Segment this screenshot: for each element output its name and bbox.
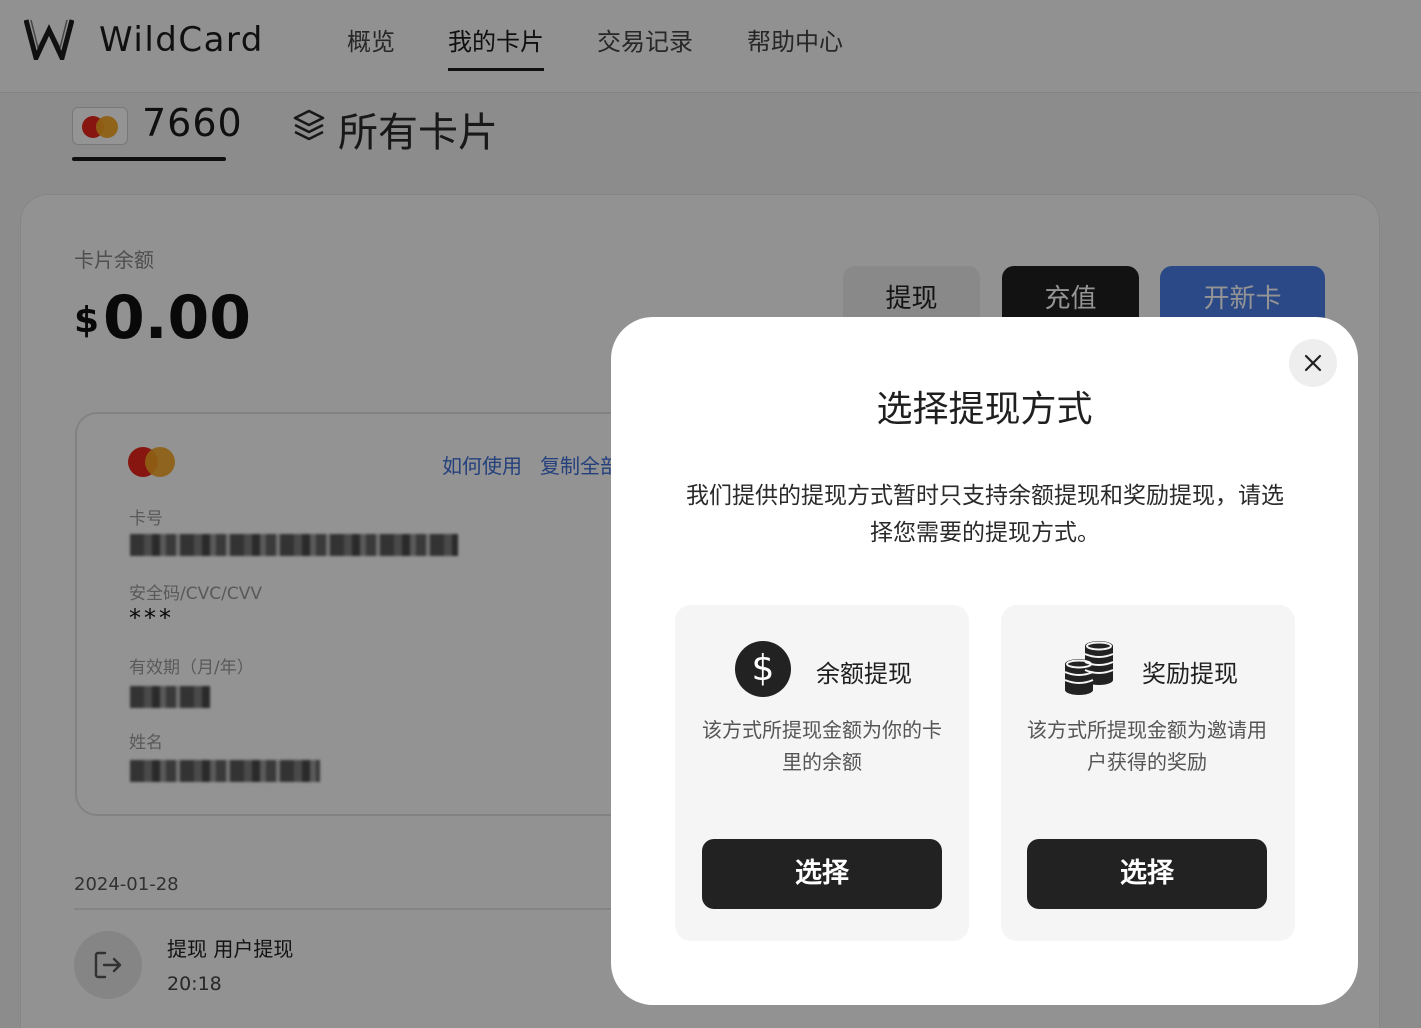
coins-icon xyxy=(1064,641,1114,695)
dialog-title: 选择提现方式 xyxy=(876,389,1093,430)
close-icon xyxy=(1304,354,1322,372)
balance-withdraw-description: 该方式所提现金额为你的卡里的余额 xyxy=(702,718,942,774)
dollar-icon: $ xyxy=(735,641,791,697)
select-balance-withdraw-button[interactable]: 选择 xyxy=(702,839,942,909)
reward-withdraw-description: 该方式所提现金额为邀请用户获得的奖励 xyxy=(1027,718,1267,774)
select-reward-withdraw-button[interactable]: 选择 xyxy=(1027,839,1267,909)
dialog-description: 我们提供的提现方式暂时只支持余额提现和奖励提现，请选择您需要的提现方式。 xyxy=(686,483,1284,546)
balance-withdraw-title: 余额提现 xyxy=(816,660,912,688)
reward-withdraw-title: 奖励提现 xyxy=(1142,660,1238,688)
